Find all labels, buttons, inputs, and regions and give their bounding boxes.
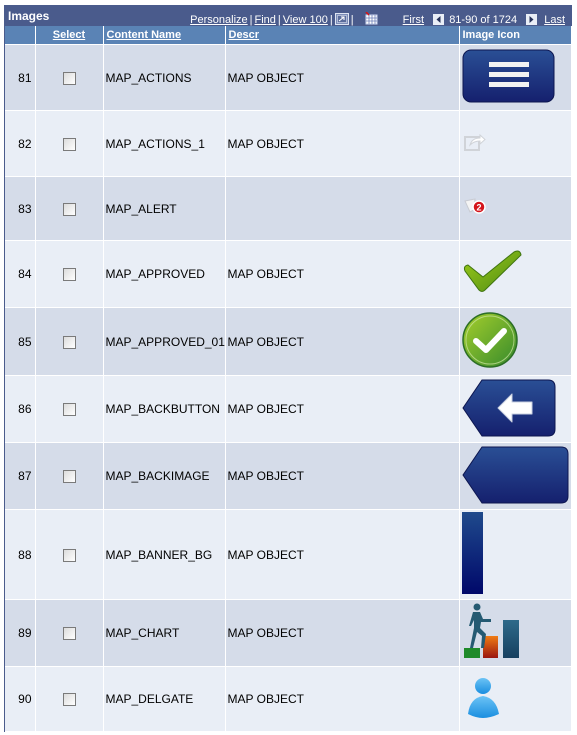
select-checkbox[interactable]	[62, 693, 76, 707]
select-checkbox[interactable]	[62, 202, 76, 216]
row-number: 82	[5, 110, 36, 177]
share-icon	[462, 133, 492, 157]
row-number: 90	[5, 666, 36, 732]
grid-title: Images	[8, 9, 50, 23]
first-link[interactable]: First	[403, 14, 424, 26]
table-row: 85 MAP_APPROVED_01 MAP OBJECT	[5, 307, 572, 376]
descr-cell: MAP OBJECT	[225, 240, 460, 308]
select-checkbox[interactable]	[62, 627, 76, 641]
back-button-icon	[461, 379, 558, 441]
check-circle-icon	[461, 312, 522, 372]
descr-cell	[225, 176, 460, 241]
content-name-cell: MAP_ACTIONS_1	[103, 110, 226, 177]
select-checkbox[interactable]	[62, 137, 76, 151]
descr-cell: MAP OBJECT	[225, 599, 460, 667]
images-table: Select Content Name Descr Image Icon 81 …	[5, 26, 572, 732]
row-number: 81	[5, 44, 36, 111]
content-name-cell: MAP_BACKBUTTON	[103, 375, 226, 443]
header-row: Select Content Name Descr Image Icon	[5, 26, 572, 45]
separator: |	[350, 14, 354, 26]
descr-cell: MAP OBJECT	[225, 110, 460, 177]
descr-cell: MAP OBJECT	[225, 307, 460, 376]
menu-button-icon	[462, 49, 556, 107]
separator: |	[277, 14, 281, 26]
row-number: 83	[5, 176, 36, 241]
grid-title-bar: Images Personalize | Find | View 100 | | First…	[5, 6, 571, 26]
row-number: 86	[5, 375, 36, 443]
column-header-select[interactable]: Select	[35, 26, 104, 45]
content-name-cell: MAP_DELGATE	[103, 666, 226, 732]
select-checkbox[interactable]	[62, 470, 76, 484]
row-number: 89	[5, 599, 36, 667]
content-name-cell: MAP_BACKIMAGE	[103, 442, 226, 510]
descr-sort-link[interactable]: Descr	[229, 29, 260, 41]
content-name-cell: MAP_ALERT	[103, 176, 226, 241]
content-name-cell: MAP_ACTIONS	[103, 44, 226, 111]
table-row: 89 MAP_CHART MAP OBJECT	[5, 599, 572, 667]
alert-flag-icon: 2	[462, 196, 492, 221]
separator: |	[249, 14, 253, 26]
row-number: 88	[5, 509, 36, 600]
table-row: 87 MAP_BACKIMAGE MAP OBJECT	[5, 442, 572, 510]
row-number: 87	[5, 442, 36, 510]
descr-cell: MAP OBJECT	[225, 509, 460, 600]
select-checkbox[interactable]	[62, 335, 76, 349]
content-name-cell: MAP_BANNER_BG	[103, 509, 226, 600]
select-checkbox[interactable]	[62, 71, 76, 85]
column-header-image-icon: Image Icon	[459, 26, 572, 45]
row-number: 85	[5, 307, 36, 376]
table-row: 86 MAP_BACKBUTTON MAP OBJECT	[5, 375, 572, 443]
descr-cell: MAP OBJECT	[225, 442, 460, 510]
descr-cell: MAP OBJECT	[225, 375, 460, 443]
descr-cell: MAP OBJECT	[225, 44, 460, 111]
column-header-row-number	[5, 26, 36, 45]
last-link[interactable]: Last	[544, 14, 565, 26]
alert-badge-count: 2	[476, 203, 481, 213]
content-name-sort-link[interactable]: Content Name	[107, 29, 182, 41]
row-number: 84	[5, 240, 36, 308]
find-link[interactable]: Find	[255, 14, 276, 26]
table-row: 90 MAP_DELGATE MAP OBJECT	[5, 666, 572, 732]
select-sort-link[interactable]: Select	[53, 29, 85, 41]
select-checkbox[interactable]	[62, 403, 76, 417]
table-row: 83 MAP_ALERT 2	[5, 176, 572, 241]
images-grid: Images Personalize | Find | View 100 | | First…	[4, 5, 572, 732]
back-image-icon	[461, 446, 570, 508]
page-range: 81-90 of 1724	[449, 14, 518, 26]
banner-bg-icon	[461, 512, 484, 597]
table-row: 81 MAP_ACTIONS MAP OBJECT	[5, 44, 572, 111]
table-row: 84 MAP_APPROVED MAP OBJECT	[5, 240, 572, 308]
personalize-link[interactable]: Personalize	[190, 14, 247, 26]
column-header-content-name[interactable]: Content Name	[103, 26, 226, 45]
select-checkbox[interactable]	[62, 268, 76, 282]
select-checkbox[interactable]	[62, 548, 76, 562]
user-icon	[466, 677, 502, 723]
table-row: 82 MAP_ACTIONS_1 MAP OBJECT	[5, 110, 572, 177]
column-header-descr[interactable]: Descr	[225, 26, 460, 45]
content-name-cell: MAP_APPROVED_01	[103, 307, 226, 376]
checkmark-icon	[462, 250, 524, 300]
descr-cell: MAP OBJECT	[225, 666, 460, 732]
content-name-cell: MAP_CHART	[103, 599, 226, 667]
content-name-cell: MAP_APPROVED	[103, 240, 226, 308]
chart-icon	[462, 603, 522, 665]
separator: |	[329, 14, 333, 26]
view-all-link[interactable]: View 100	[283, 14, 328, 26]
table-row: 88 MAP_BANNER_BG MAP OBJECT	[5, 509, 572, 600]
